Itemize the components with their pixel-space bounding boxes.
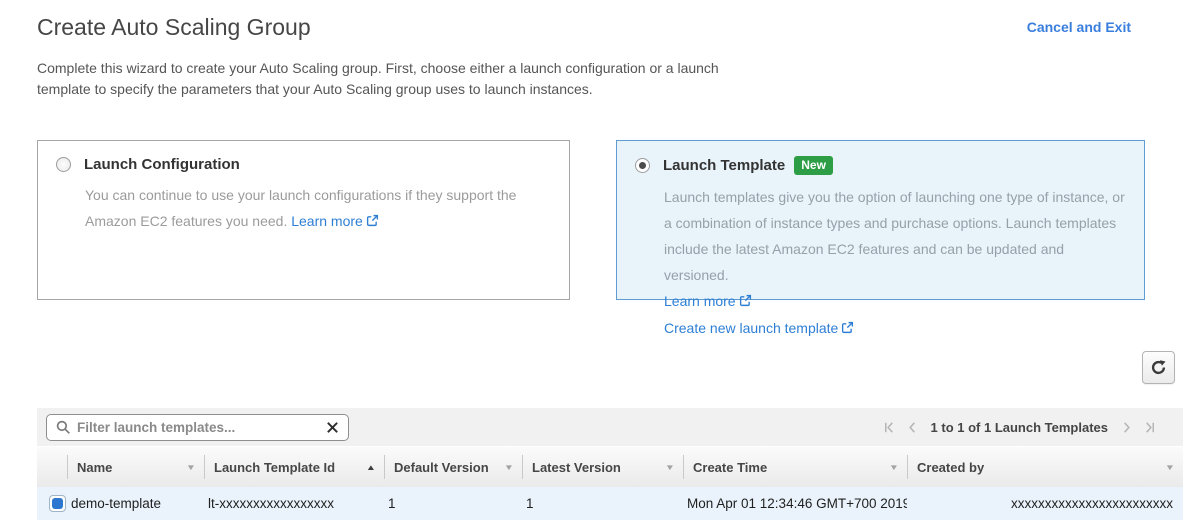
column-header-create-time[interactable]: Create Time ▼ (683, 447, 907, 487)
pagination-text: 1 to 1 of 1 Launch Templates (931, 420, 1108, 435)
sort-icon: ▼ (1165, 463, 1175, 472)
cell-created-by: xxxxxxxxxxxxxxxxxxxxxxxx (907, 496, 1183, 511)
new-badge: New (794, 156, 833, 175)
launch-configuration-title: Launch Configuration (84, 156, 240, 173)
column-label: Launch Template Id (214, 460, 335, 475)
column-header-default-version[interactable]: Default Version ▼ (384, 447, 522, 487)
first-page-icon (882, 420, 897, 435)
column-header-launch-template-id[interactable]: Launch Template Id ▲ (204, 447, 384, 487)
previous-page-button[interactable] (901, 420, 924, 435)
launch-template-card[interactable]: Launch Template New Launch templates giv… (616, 140, 1145, 300)
sort-asc-icon: ▲ (366, 463, 376, 472)
sort-icon: ▼ (504, 463, 514, 472)
wizard-intro-text: Complete this wizard to create your Auto… (37, 58, 732, 100)
page-title: Create Auto Scaling Group (37, 14, 311, 41)
table-row[interactable]: demo-template lt-xxxxxxxxxxxxxxxxx 1 1 M… (37, 487, 1183, 520)
learn-more-link[interactable]: Learn more (664, 293, 752, 309)
external-link-icon (366, 214, 379, 227)
column-header-name[interactable]: Name ▼ (67, 447, 204, 487)
column-label: Latest Version (532, 460, 621, 475)
table-toolbar: 1 to 1 of 1 Launch Templates (37, 408, 1183, 446)
cancel-and-exit-link[interactable]: Cancel and Exit (1027, 19, 1131, 35)
column-header-latest-version[interactable]: Latest Version ▼ (522, 447, 683, 487)
launch-template-radio[interactable] (635, 158, 650, 173)
column-label: Created by (917, 460, 984, 475)
launch-template-description: Launch templates give you the option of … (664, 184, 1126, 288)
refresh-button[interactable] (1142, 351, 1175, 384)
last-page-icon (1142, 420, 1157, 435)
option-cards: Launch Configuration You can continue to… (37, 140, 1145, 300)
launch-configuration-description: You can continue to use your launch conf… (85, 182, 551, 234)
search-icon (56, 420, 71, 435)
checkbox-checked-mark (52, 498, 63, 509)
launch-configuration-radio[interactable] (56, 157, 71, 172)
filter-input[interactable] (77, 420, 326, 435)
learn-more-label: Learn more (664, 293, 736, 309)
column-label: Create Time (693, 460, 767, 475)
cell-launch-template-id: lt-xxxxxxxxxxxxxxxxx (204, 496, 384, 511)
column-label: Default Version (394, 460, 489, 475)
cell-latest-version: 1 (522, 496, 683, 511)
table-body: demo-template lt-xxxxxxxxxxxxxxxxx 1 1 M… (37, 487, 1183, 520)
chevron-right-icon (1119, 420, 1134, 435)
cell-create-time: Mon Apr 01 12:34:46 GMT+700 2019 (683, 496, 907, 511)
row-checkbox[interactable] (49, 495, 66, 512)
chevron-left-icon (905, 420, 920, 435)
learn-more-link[interactable]: Learn more (291, 213, 379, 229)
refresh-icon (1150, 359, 1167, 376)
learn-more-label: Learn more (291, 213, 363, 229)
last-page-button[interactable] (1138, 420, 1161, 435)
sort-icon: ▼ (186, 463, 196, 472)
filter-box[interactable] (46, 414, 349, 441)
next-page-button[interactable] (1115, 420, 1138, 435)
table-header-row: Name ▼ Launch Template Id ▲ Default Vers… (37, 447, 1183, 487)
select-all-column (37, 447, 67, 487)
launch-template-title: Launch Template (663, 157, 785, 174)
first-page-button[interactable] (878, 420, 901, 435)
pagination: 1 to 1 of 1 Launch Templates (878, 420, 1174, 435)
column-header-created-by[interactable]: Created by ▼ (907, 447, 1183, 487)
column-label: Name (77, 460, 112, 475)
launch-templates-table: 1 to 1 of 1 Launch Templates Name ▼ Laun… (37, 408, 1183, 520)
clear-filter-button[interactable] (326, 421, 339, 434)
launch-configuration-card[interactable]: Launch Configuration You can continue to… (37, 140, 570, 300)
create-new-launch-template-label: Create new launch template (664, 320, 838, 336)
cell-name: demo-template (67, 496, 204, 511)
sort-icon: ▼ (889, 463, 899, 472)
close-icon (326, 421, 339, 434)
external-link-icon (841, 321, 854, 334)
external-link-icon (739, 294, 752, 307)
cell-default-version: 1 (384, 496, 522, 511)
create-new-launch-template-link[interactable]: Create new launch template (664, 320, 854, 336)
sort-icon: ▼ (665, 463, 675, 472)
